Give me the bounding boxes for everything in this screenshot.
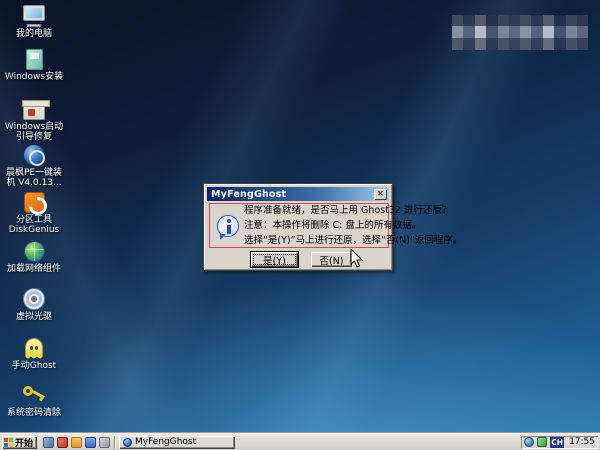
diskgenius-icon [23, 188, 45, 213]
cd-disc-icon [23, 285, 45, 310]
desktop-icon-label-line2: 机 V4.0.13... [6, 178, 62, 188]
my-computer-icon [22, 2, 46, 27]
desktop-icon-label: Windows安装 [4, 72, 64, 82]
desktop-icon-label-line2: DiskGenius [8, 225, 60, 235]
taskbar-task-myfengghost[interactable]: MyFengGhost [119, 435, 236, 449]
desktop-icon-boot-repair[interactable]: Windows启动 引导修复 [1, 95, 67, 142]
desktop-icon-password-clear[interactable]: 系统密码清除 [1, 381, 67, 418]
tray-network-icon[interactable] [524, 437, 535, 447]
message-line-3: 选择“是(Y)”马上进行还原，选择“否(N)”返回程序。 [244, 235, 463, 246]
window-icon[interactable] [85, 436, 97, 448]
taskbar-separator [114, 435, 116, 449]
desktop-icon-label: 晨枫PE一键装 [5, 168, 63, 178]
taskbar: 开始 MyFengGhost CH 17:55 [0, 433, 600, 450]
desktop-icon-label: 我的电脑 [15, 29, 52, 39]
desktop-icon-label: Windows启动 [4, 122, 64, 132]
key-icon [22, 381, 46, 406]
quicklaunch-gray-icon[interactable] [99, 436, 111, 448]
boot-repair-icon [22, 95, 50, 120]
myfengghost-dialog: MyFengGhost ✕ 程序准备就绪，是否马上用 Ghost32 进行还原？… [203, 183, 462, 271]
task-label: MyFengGhost [135, 437, 197, 447]
no-button[interactable]: 否(N) [311, 252, 352, 267]
system-tray: CH 17:55 [521, 436, 598, 449]
desktop-icon-label: 虚拟光驱 [15, 312, 52, 322]
chenfeng-pe-icon [23, 141, 45, 166]
message-line-2: 注意：本操作将删除 C: 盘上的所有数据。 [244, 220, 422, 231]
dialog-alert-area: 程序准备就绪，是否马上用 Ghost32 进行还原？ 注意：本操作将删除 C: … [209, 203, 462, 248]
dialog-message: 程序准备就绪，是否马上用 Ghost32 进行还原？ 注意：本操作将删除 C: … [244, 203, 462, 248]
start-label: 开始 [15, 438, 34, 449]
dialog-buttons: 是(Y) 否(N) [204, 251, 392, 269]
desktop-icon-manual-ghost[interactable]: 手动Ghost [1, 334, 67, 371]
dialog-title: MyFengGhost [211, 188, 287, 200]
taskbar-clock: 17:55 [569, 437, 595, 447]
windows-setup-icon [25, 45, 43, 70]
yes-button[interactable]: 是(Y) [250, 251, 299, 268]
desktop-icon-windows-setup[interactable]: Windows安装 [1, 45, 67, 82]
task-app-icon [123, 437, 133, 447]
mouse-cursor [350, 249, 363, 268]
info-icon [217, 214, 239, 240]
pixelated-watermark [452, 15, 588, 50]
dialog-titlebar[interactable]: MyFengGhost ✕ [207, 187, 389, 201]
ghost-icon [25, 334, 43, 359]
language-indicator[interactable]: CH [550, 436, 565, 448]
desktop-icon-virtual-cd[interactable]: 虚拟光驱 [1, 285, 67, 322]
desktop-icon-my-computer[interactable]: 我的电脑 [1, 2, 67, 39]
quick-launch [43, 436, 111, 448]
desktop-icon-label: 系统密码清除 [6, 408, 61, 418]
desktop-icon-chenfeng-pe[interactable]: 晨枫PE一键装 机 V4.0.13... [1, 141, 67, 188]
desktop-icon-label: 分区工具 [15, 215, 52, 225]
message-line-1: 程序准备就绪，是否马上用 Ghost32 进行还原？ [244, 205, 452, 216]
windows-logo-icon [4, 437, 13, 447]
desktop-icon-network-components[interactable]: 加载网络组件 [1, 237, 67, 274]
network-globe-icon [23, 237, 45, 262]
desktop-icon-diskgenius[interactable]: 分区工具 DiskGenius [1, 188, 67, 235]
close-icon[interactable]: ✕ [374, 188, 387, 200]
tray-green-icon[interactable] [537, 437, 548, 447]
start-button[interactable]: 开始 [2, 435, 38, 449]
show-desktop-icon[interactable] [43, 436, 55, 448]
desktop-icon-label: 加载网络组件 [6, 264, 61, 274]
folder-icon[interactable] [71, 436, 83, 448]
quicklaunch-red-icon[interactable] [57, 436, 69, 448]
desktop-icon-label: 手动Ghost [11, 361, 57, 371]
